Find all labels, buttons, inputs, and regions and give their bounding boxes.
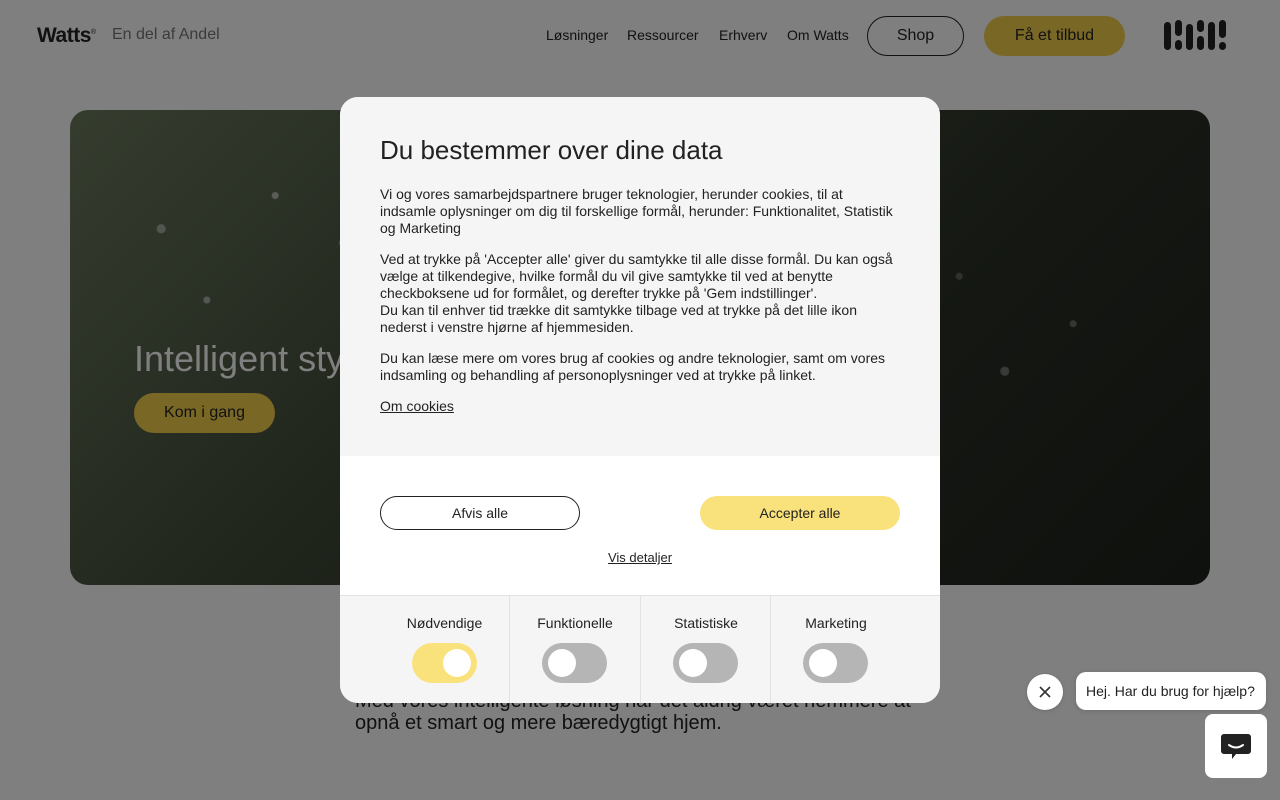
functional-toggle[interactable] (542, 643, 607, 683)
consent-paragraph-1: Vi og vores samarbejdspartnere bruger te… (380, 186, 893, 236)
consent-paragraph-2: Ved at trykke på 'Accepter alle' giver d… (380, 251, 893, 335)
category-label: Nødvendige (406, 615, 483, 631)
consent-paragraph-3: Du kan læse mere om vores brug af cookie… (380, 350, 886, 383)
cookie-consent-dialog: Du bestemmer over dine data Vi og vores … (340, 97, 940, 703)
reject-all-button[interactable]: Afvis alle (380, 496, 580, 530)
category-statistics: Statistiske (640, 596, 771, 703)
category-functional: Funktionelle (509, 596, 640, 703)
show-details-link[interactable]: Vis detaljer (340, 550, 940, 565)
necessary-toggle[interactable] (412, 643, 477, 683)
category-marketing: Marketing (770, 596, 901, 703)
category-label: Funktionelle (537, 615, 613, 631)
consent-info-section: Du bestemmer over dine data Vi og vores … (340, 97, 940, 456)
chat-launcher-button[interactable] (1205, 714, 1267, 778)
about-cookies-link[interactable]: Om cookies (380, 398, 454, 414)
chat-dismiss-button[interactable] (1027, 674, 1063, 710)
statistics-toggle[interactable] (673, 643, 738, 683)
chat-icon (1221, 734, 1251, 759)
marketing-toggle[interactable] (803, 643, 868, 683)
category-label: Marketing (805, 615, 867, 631)
consent-title: Du bestemmer over dine data (380, 135, 723, 165)
category-necessary: Nødvendige (380, 596, 509, 703)
category-label: Statistiske (674, 615, 738, 631)
accept-all-button[interactable]: Accepter alle (700, 496, 900, 530)
close-icon (1039, 686, 1051, 698)
consent-categories: Nødvendige Funktionelle Statistiske Mark… (340, 595, 940, 703)
chat-greeting-bubble[interactable]: Hej. Har du brug for hjælp? (1076, 672, 1266, 710)
